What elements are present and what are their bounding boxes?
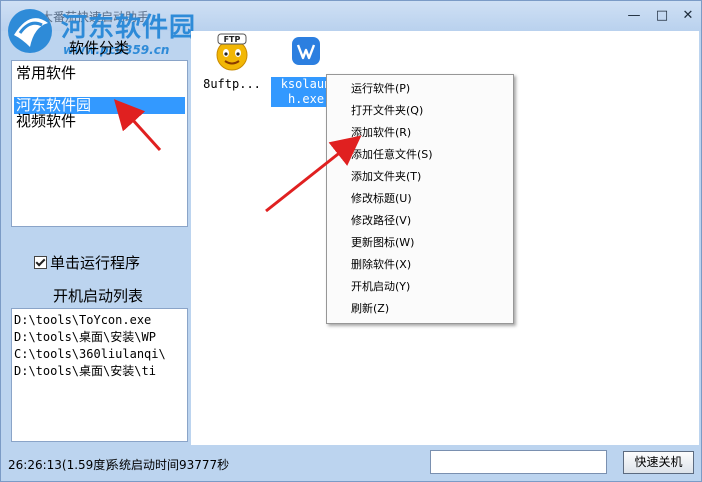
app-label: 8uftp...: [203, 77, 261, 91]
startup-item[interactable]: D:\tools\桌面\安装\WP: [12, 329, 187, 346]
ftp-icon: FTP: [216, 33, 248, 71]
quick-shutdown-button[interactable]: 快速关机: [623, 451, 694, 474]
single-click-checkbox[interactable]: [34, 256, 47, 269]
app-label-line: h.exe: [287, 92, 325, 106]
startup-item[interactable]: C:\tools\360liulanqi\: [12, 346, 187, 363]
menu-item-open-folder[interactable]: 打开文件夹(Q): [351, 103, 423, 119]
startup-list[interactable]: D:\tools\ToYcon.exe D:\tools\桌面\安装\WP C:…: [11, 308, 188, 442]
menu-item-refresh[interactable]: 刷新(Z): [351, 301, 389, 317]
svg-text:FTP: FTP: [224, 35, 241, 44]
status-input[interactable]: [430, 450, 607, 474]
startup-item[interactable]: D:\tools\桌面\安装\ti: [12, 363, 187, 380]
startup-item[interactable]: D:\tools\ToYcon.exe: [12, 312, 187, 329]
category-title: 软件分类: [69, 39, 130, 57]
minimize-icon[interactable]: —: [623, 7, 645, 25]
status-uptime: 系统启动时间93777秒: [107, 458, 230, 472]
single-click-option[interactable]: 单击运行程序: [34, 252, 140, 273]
menu-item-edit-title[interactable]: 修改标题(U): [351, 191, 412, 207]
category-item[interactable]: 常用软件: [14, 65, 185, 82]
category-list[interactable]: 常用软件 河东软件园 视频软件: [11, 60, 188, 227]
app-item[interactable]: FTP 8uftp...: [199, 33, 265, 91]
context-menu[interactable]: 运行软件(P) 打开文件夹(Q) 添加软件(R) 添加任意文件(S) 添加文件夹…: [326, 74, 514, 324]
app-label-line: ksolaun: [280, 77, 332, 91]
status-bar: 26:26:13(1.59度) 系统启动时间93777秒 快速关机: [1, 446, 701, 481]
single-click-label: 单击运行程序: [50, 254, 141, 272]
menu-item-edit-path[interactable]: 修改路径(V): [351, 213, 411, 229]
menu-item-add-any-file[interactable]: 添加任意文件(S): [351, 147, 433, 163]
wps-icon: [292, 37, 320, 65]
watermark-logo-icon: [8, 9, 52, 53]
menu-item-add-folder[interactable]: 添加文件夹(T): [351, 169, 421, 185]
menu-item-delete[interactable]: 删除软件(X): [351, 257, 411, 273]
menu-item-update-icon[interactable]: 更新图标(W): [351, 235, 414, 251]
close-icon[interactable]: ✕: [677, 7, 699, 25]
status-time: 26:26:13(1.59度): [8, 458, 110, 472]
menu-item-startup[interactable]: 开机启动(Y): [351, 279, 410, 295]
maximize-icon[interactable]: □: [651, 7, 673, 25]
category-item[interactable]: 视频软件: [14, 113, 185, 130]
menu-item-run[interactable]: 运行软件(P): [351, 81, 410, 97]
menu-item-add-software[interactable]: 添加软件(R): [351, 125, 411, 141]
startup-list-title: 开机启动列表: [53, 287, 144, 305]
app-window: 大番茄快速启动助手 — □ ✕ 河东软件园 www.pc0359.cn 软件分类…: [0, 0, 702, 482]
